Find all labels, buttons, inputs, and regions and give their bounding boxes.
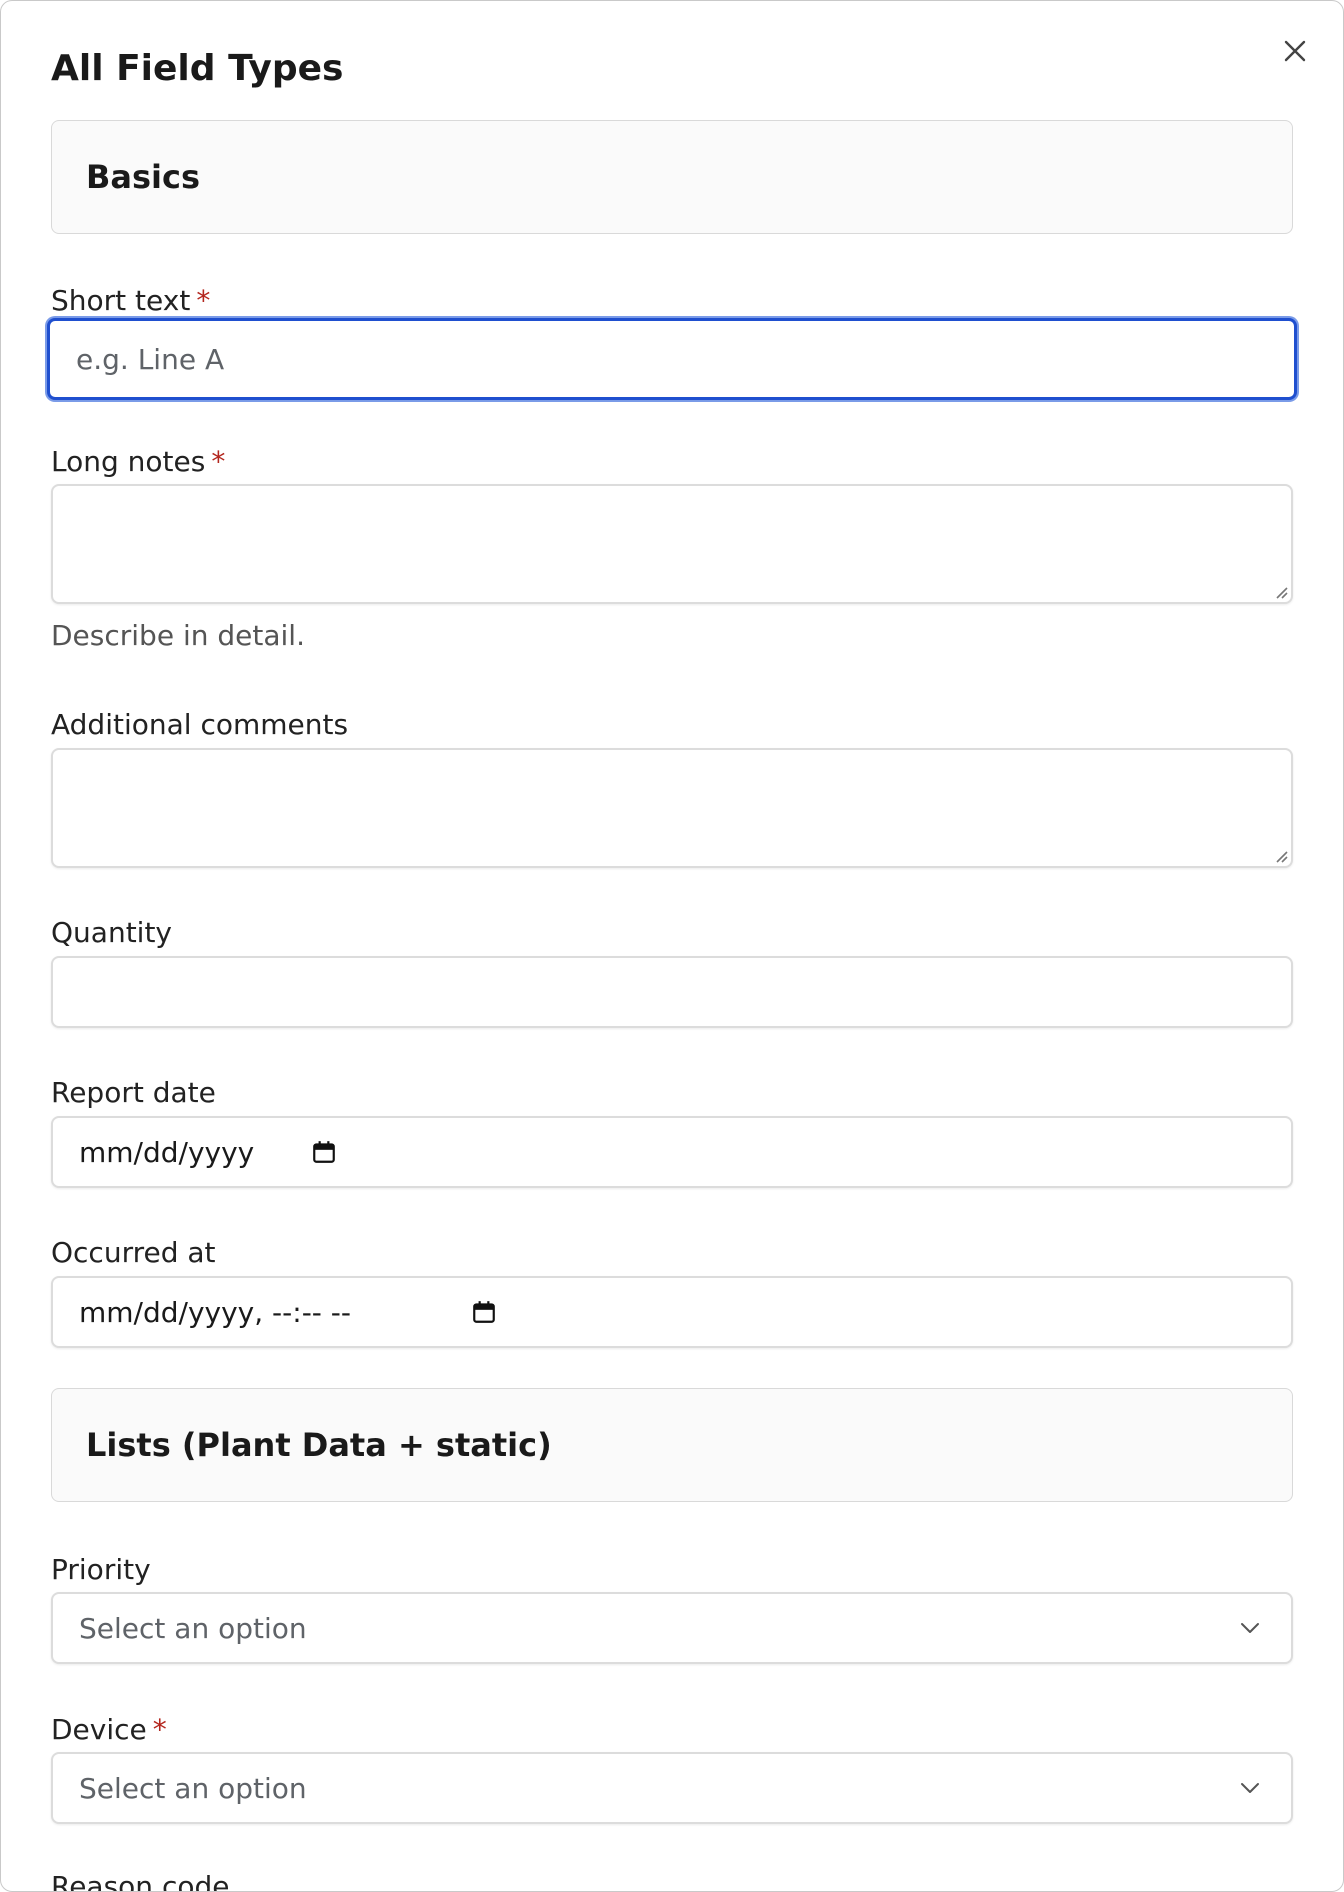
occurred-at-display: mm/dd/yyyy, --:-- -- xyxy=(79,1295,352,1329)
additional-comments-label: Additional comments xyxy=(51,708,349,741)
chevron-down-icon xyxy=(1241,1623,1259,1633)
reason-code-label: Reason code xyxy=(51,1870,230,1892)
report-date-input[interactable]: mm/dd/yyyy xyxy=(51,1116,1293,1188)
chevron-down-icon xyxy=(1241,1783,1259,1793)
occurred-at-label: Occurred at xyxy=(51,1236,216,1269)
short-text-input[interactable]: e.g. Line A xyxy=(47,318,1297,400)
section-lists-title: Lists (Plant Data + static) xyxy=(86,1426,552,1464)
device-label: Device * xyxy=(51,1712,167,1748)
section-lists: Lists (Plant Data + static) xyxy=(51,1388,1293,1502)
calendar-icon[interactable] xyxy=(311,1139,337,1165)
short-text-label: Short text * xyxy=(51,283,210,319)
priority-label: Priority xyxy=(51,1553,151,1586)
resize-handle-icon[interactable] xyxy=(1273,584,1289,600)
long-notes-label: Long notes * xyxy=(51,444,225,480)
occurred-at-input[interactable]: mm/dd/yyyy, --:-- -- xyxy=(51,1276,1293,1348)
resize-handle-icon[interactable] xyxy=(1273,848,1289,864)
form-dialog: All Field Types Basics Short text * e.g. … xyxy=(0,0,1344,1892)
device-select[interactable]: Select an option xyxy=(51,1752,1293,1824)
section-basics-title: Basics xyxy=(86,158,201,196)
quantity-input[interactable] xyxy=(51,956,1293,1028)
short-text-placeholder: e.g. Line A xyxy=(76,342,225,376)
short-text-label-text: Short text xyxy=(51,284,191,317)
device-selected-value: Select an option xyxy=(79,1771,307,1805)
close-button[interactable] xyxy=(1279,35,1311,67)
required-marker: * xyxy=(211,445,226,478)
long-notes-label-text: Long notes xyxy=(51,445,206,478)
close-icon xyxy=(1284,40,1306,62)
dialog-title: All Field Types xyxy=(51,48,344,89)
report-date-label: Report date xyxy=(51,1076,216,1109)
calendar-icon[interactable] xyxy=(471,1299,497,1325)
report-date-display: mm/dd/yyyy xyxy=(79,1135,255,1169)
priority-select[interactable]: Select an option xyxy=(51,1592,1293,1664)
long-notes-helper: Describe in detail. xyxy=(51,619,305,652)
section-basics: Basics xyxy=(51,120,1293,234)
long-notes-textarea[interactable] xyxy=(51,484,1293,604)
required-marker: * xyxy=(152,1713,167,1746)
priority-selected-value: Select an option xyxy=(79,1611,307,1645)
quantity-label: Quantity xyxy=(51,916,172,949)
additional-comments-textarea[interactable] xyxy=(51,748,1293,868)
required-marker: * xyxy=(196,284,211,317)
device-label-text: Device xyxy=(51,1713,147,1746)
